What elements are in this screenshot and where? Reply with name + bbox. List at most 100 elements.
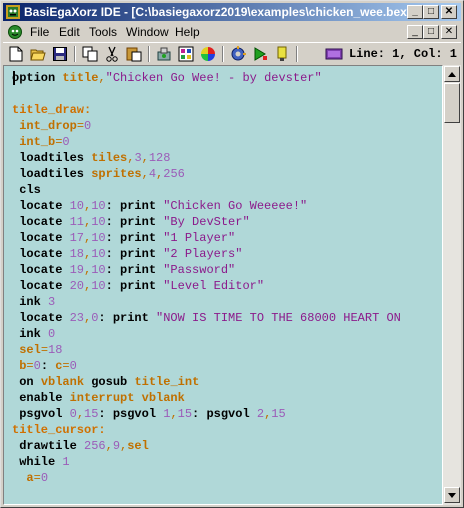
paste-button[interactable] [125, 45, 143, 63]
settings-button[interactable] [229, 45, 247, 63]
close-icon: ✕ [444, 6, 454, 17]
vertical-scrollbar[interactable] [443, 65, 461, 505]
menu-tools[interactable]: Tools [89, 25, 117, 39]
code-token: = [33, 471, 41, 485]
title-bar[interactable]: BasiEgaXorz IDE - [C:\basiegaxorz2019\ex… [3, 3, 461, 21]
code-token: 18 [69, 247, 85, 261]
child-close-button[interactable]: ✕ [441, 25, 457, 39]
code-line[interactable]: psgvol 0,15: psgvol 1,15: psgvol 2,15 [12, 406, 401, 422]
code-token: , [141, 167, 149, 181]
cut-button[interactable] [103, 45, 121, 63]
palette-editor-icon [178, 46, 194, 62]
code-token: 10 [91, 231, 106, 245]
child-minimize-button[interactable]: _ [407, 25, 423, 39]
palette-editor-button[interactable] [177, 45, 195, 63]
code-line[interactable]: locate 23,0: print "NOW IS TIME TO THE 6… [12, 310, 401, 326]
code-token: 0 [48, 327, 56, 341]
copy-button[interactable] [81, 45, 99, 63]
code-line[interactable]: locate 17,10: print "1 Player" [12, 230, 401, 246]
close-button[interactable]: ✕ [441, 5, 457, 19]
code-token: sel [12, 343, 41, 357]
open-button[interactable] [29, 45, 47, 63]
code-line[interactable]: locate 11,10: print "By DevSter" [12, 214, 401, 230]
code-token: 0 [69, 407, 77, 421]
code-token: locate [12, 263, 70, 277]
scroll-up-button[interactable] [444, 66, 460, 82]
code-line[interactable]: title_cursor: [12, 422, 401, 438]
flash-button[interactable] [273, 45, 291, 63]
code-line[interactable]: enable interrupt vblank [12, 390, 401, 406]
code-token: 18 [48, 343, 63, 357]
code-line[interactable]: loadtiles sprites,4,256 [12, 166, 401, 182]
menu-help[interactable]: Help [175, 25, 200, 39]
code-token: 10 [91, 199, 106, 213]
code-token: 1 [62, 455, 70, 469]
code-line[interactable]: option title,"Chicken Go Wee! - by devst… [12, 70, 401, 86]
minimize-icon: _ [412, 26, 418, 37]
code-token: 0 [84, 119, 92, 133]
new-file-button[interactable] [7, 45, 25, 63]
menu-bar: File Edit Tools Window Help _ □ ✕ [3, 22, 461, 41]
code-line[interactable] [12, 86, 401, 102]
code-line[interactable]: locate 10,10: print "Chicken Go Weeeee!" [12, 198, 401, 214]
code-token: ink [12, 327, 49, 341]
maximize-icon: □ [427, 6, 435, 17]
code-token: locate [12, 199, 70, 213]
code-token: sel [127, 439, 149, 453]
code-line[interactable]: ink 3 [12, 294, 401, 310]
scroll-down-button[interactable] [444, 487, 460, 503]
code-line[interactable]: loadtiles tiles,3,128 [12, 150, 401, 166]
code-token: : psgvol [98, 407, 164, 421]
code-editor[interactable]: option title,"Chicken Go Wee! - by devst… [3, 65, 443, 505]
code-line[interactable]: sel=18 [12, 342, 401, 358]
code-line[interactable]: locate 18,10: print "2 Players" [12, 246, 401, 262]
code-line[interactable]: while 1 [12, 454, 401, 470]
code-line[interactable]: title_draw: [12, 102, 401, 118]
code-token: psgvol [12, 407, 70, 421]
code-token: 23 [69, 311, 85, 325]
code-line[interactable]: locate 20,10: print "Level Editor" [12, 278, 401, 294]
code-token: 128 [148, 151, 171, 165]
code-line[interactable]: cls [12, 182, 401, 198]
menu-edit[interactable]: Edit [59, 25, 80, 39]
code-token: 10 [91, 247, 106, 261]
code-line[interactable]: int_drop=0 [12, 118, 401, 134]
code-token: title_draw: [12, 103, 92, 117]
gear-icon [231, 46, 246, 61]
code-token: 0 [62, 135, 70, 149]
menu-file[interactable]: File [30, 25, 49, 39]
code-token: 0 [40, 471, 49, 485]
code-content[interactable]: option title,"Chicken Go Wee! - by devst… [12, 70, 401, 486]
build-button[interactable] [155, 45, 173, 63]
code-token: a [12, 471, 34, 485]
minimize-button[interactable]: _ [407, 5, 423, 19]
save-button[interactable] [51, 45, 69, 63]
code-token: title_int [134, 375, 200, 389]
color-wheel-button[interactable] [199, 45, 217, 63]
code-line[interactable]: a=0 [12, 470, 401, 486]
run-button[interactable] [251, 45, 269, 63]
code-token: : print [105, 247, 164, 261]
emulator-button[interactable] [325, 45, 343, 63]
code-token: 256 [84, 439, 106, 453]
code-token: 10 [91, 215, 106, 229]
maximize-button[interactable]: □ [423, 5, 439, 19]
code-line[interactable]: on vblank gosub title_int [12, 374, 401, 390]
code-line[interactable]: ink 0 [12, 326, 401, 342]
code-line[interactable]: int_b=0 [12, 134, 401, 150]
code-line[interactable]: locate 19,10: print "Password" [12, 262, 401, 278]
restore-icon: □ [427, 26, 435, 37]
text-caret [13, 71, 15, 85]
code-line[interactable]: drawtile 256,9,sel [12, 438, 401, 454]
code-token: = [62, 359, 70, 373]
code-token: drawtile [12, 439, 85, 453]
code-token: = [40, 343, 49, 357]
scroll-thumb[interactable] [444, 83, 460, 123]
document-icon[interactable] [7, 24, 23, 40]
code-token: 17 [69, 231, 85, 245]
code-token: 2 [256, 407, 265, 421]
menu-window[interactable]: Window [126, 25, 169, 39]
code-token: 0 [33, 359, 41, 373]
code-line[interactable]: b=0: c=0 [12, 358, 401, 374]
child-restore-button[interactable]: □ [423, 25, 439, 39]
